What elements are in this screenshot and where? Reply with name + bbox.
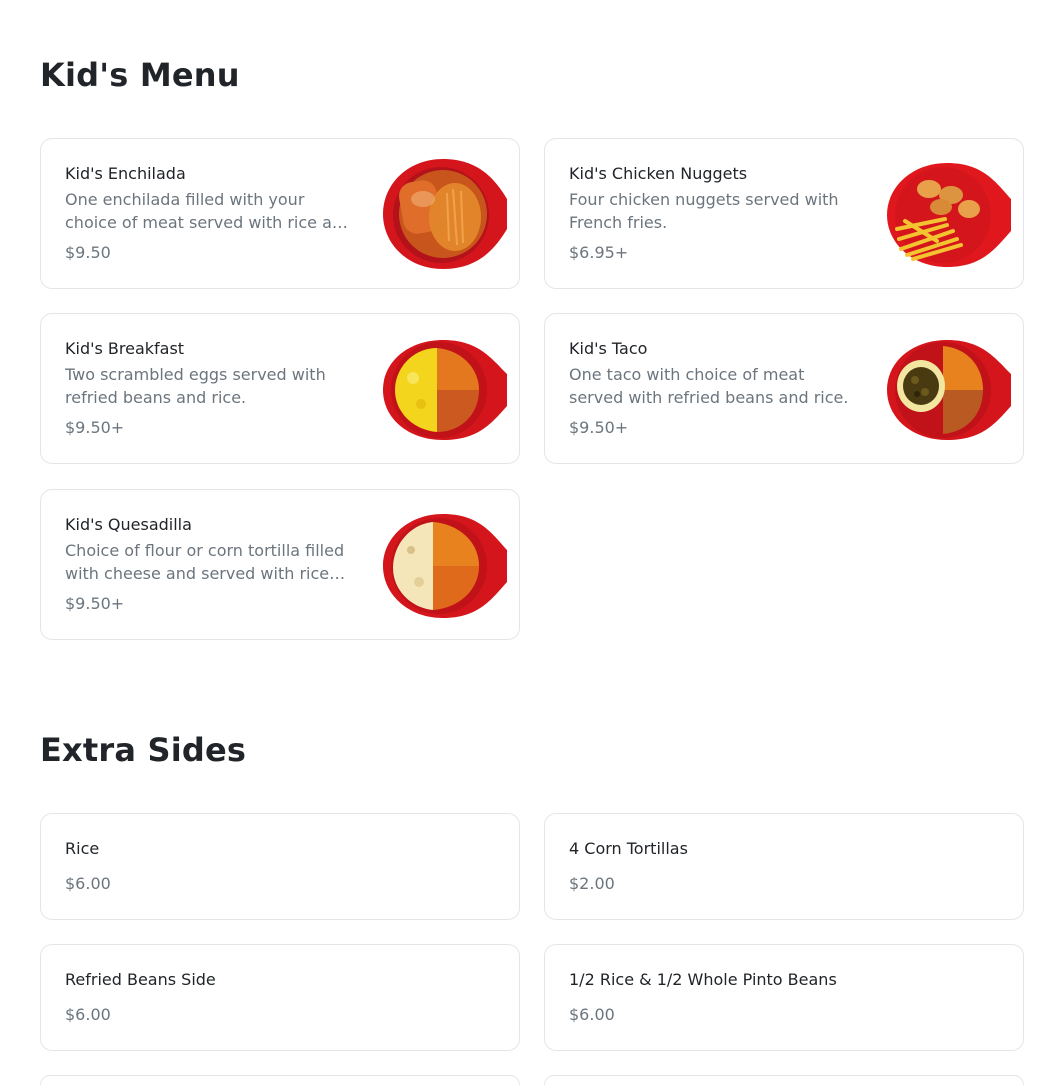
item-price: $6.95+: [569, 243, 629, 262]
menu-item-kids-taco[interactable]: Kid's Taco One taco with choice of meat …: [544, 313, 1024, 464]
item-price: $6.00: [65, 1005, 111, 1024]
item-description: One taco with choice of meat served with…: [569, 365, 849, 407]
item-price: $6.00: [65, 874, 111, 893]
item-description: One enchilada filled with your choice of…: [65, 190, 353, 232]
item-price: $9.50+: [65, 418, 125, 437]
menu-item-kids-chicken-nuggets[interactable]: Kid's Chicken Nuggets Four chicken nugge…: [544, 138, 1024, 289]
item-name: Kid's Chicken Nuggets: [569, 164, 748, 183]
taco-image: [887, 334, 1011, 446]
item-price: $9.50: [65, 243, 111, 262]
item-name: Kid's Enchilada: [65, 164, 186, 183]
menu-item-refried-beans-side[interactable]: Refried Beans Side $6.00: [40, 944, 520, 1051]
menu-item-rice-pinto-beans[interactable]: 1/2 Rice & 1/2 Whole Pinto Beans $6.00: [544, 944, 1024, 1051]
item-price: $2.00: [569, 874, 615, 893]
enchilada-image: [383, 159, 507, 271]
item-name: Kid's Quesadilla: [65, 515, 192, 534]
section-title-kids-menu: Kid's Menu: [40, 56, 240, 94]
item-name: Rice: [65, 839, 100, 858]
breakfast-image: [383, 334, 507, 446]
item-price: $9.50+: [569, 418, 629, 437]
section-title-extra-sides: Extra Sides: [40, 731, 247, 769]
item-price: $6.00: [569, 1005, 615, 1024]
item-name: 1/2 Rice & 1/2 Whole Pinto Beans: [569, 970, 837, 989]
quesadilla-image: [383, 510, 507, 622]
menu-item-4-corn-tortillas[interactable]: 4 Corn Tortillas $2.00: [544, 813, 1024, 920]
item-description: Two scrambled eggs served with refried b…: [65, 365, 326, 407]
menu-item-kids-breakfast[interactable]: Kid's Breakfast Two scrambled eggs serve…: [40, 313, 520, 464]
menu-item-kids-enchilada[interactable]: Kid's Enchilada One enchilada filled wit…: [40, 138, 520, 289]
item-description: Four chicken nuggets served with French …: [569, 190, 839, 232]
menu-item-kids-quesadilla[interactable]: Kid's Quesadilla Choice of flour or corn…: [40, 489, 520, 640]
menu-item-rice[interactable]: Rice $6.00: [40, 813, 520, 920]
item-name: Kid's Taco: [569, 339, 648, 358]
item-name: Kid's Breakfast: [65, 339, 185, 358]
item-description: Choice of flour or corn tortilla filled …: [65, 541, 345, 583]
menu-item-partial[interactable]: [40, 1075, 520, 1085]
chicken-nuggets-image: [887, 159, 1011, 271]
item-name: 4 Corn Tortillas: [569, 839, 688, 858]
menu-item-partial[interactable]: [544, 1075, 1024, 1085]
item-price: $9.50+: [65, 594, 125, 613]
item-name: Refried Beans Side: [65, 970, 216, 989]
